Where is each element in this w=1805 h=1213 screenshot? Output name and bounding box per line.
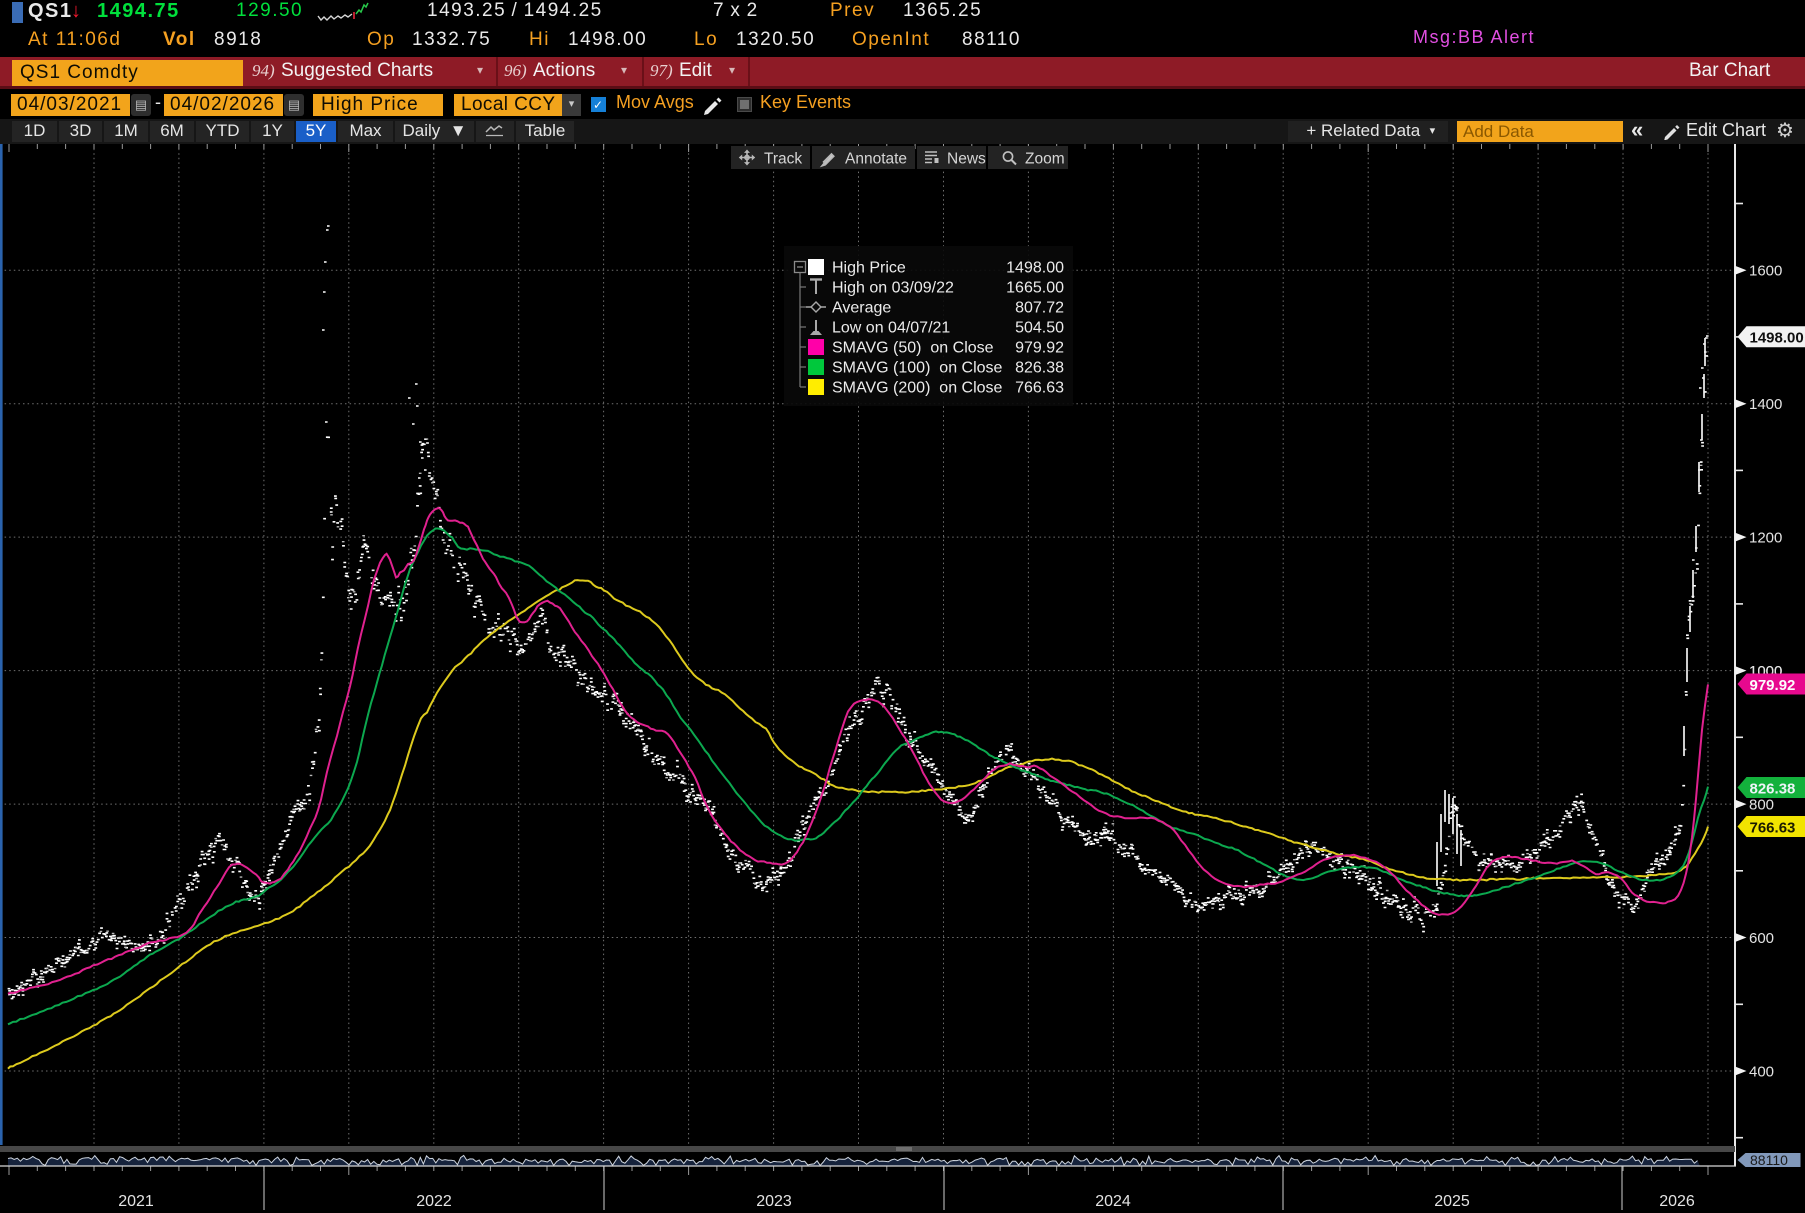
svg-text:979.92: 979.92 [1015,340,1064,357]
svg-text:SMAVG (100) on Close: SMAVG (100) on Close [832,360,1003,377]
svg-text:SMAVG (200) on Close: SMAVG (200) on Close [832,380,1003,397]
svg-text:979.92: 979.92 [1750,677,1796,694]
svg-text:504.50: 504.50 [1015,320,1064,337]
svg-text:Low on 04/07/21: Low on 04/07/21 [832,320,950,337]
svg-text:2025: 2025 [1434,1193,1470,1210]
svg-text:1400: 1400 [1749,396,1782,413]
svg-text:600: 600 [1749,930,1774,947]
svg-text:High Price: High Price [832,260,906,277]
svg-text:826.38: 826.38 [1015,360,1064,377]
svg-text:400: 400 [1749,1064,1774,1081]
svg-text:1498.00: 1498.00 [1750,330,1804,347]
svg-text:1600: 1600 [1749,263,1782,280]
svg-text:Track: Track [764,151,802,168]
svg-text:Annotate: Annotate [845,151,907,168]
svg-text:2022: 2022 [416,1193,452,1210]
svg-text:1665.00: 1665.00 [1006,280,1064,297]
svg-text:1200: 1200 [1749,530,1782,547]
svg-text:766.63: 766.63 [1750,819,1796,836]
svg-text:2024: 2024 [1095,1193,1131,1210]
svg-text:807.72: 807.72 [1015,300,1064,317]
svg-text:2023: 2023 [756,1193,792,1210]
svg-text:800: 800 [1749,797,1774,814]
svg-text:Zoom: Zoom [1025,151,1065,168]
svg-text:766.63: 766.63 [1015,380,1064,397]
svg-text:826.38: 826.38 [1750,780,1796,797]
svg-text:News: News [947,151,986,168]
svg-text:High on 03/09/22: High on 03/09/22 [832,280,954,297]
svg-text:1498.00: 1498.00 [1006,260,1064,277]
svg-text:Average: Average [832,300,891,317]
svg-text:88110: 88110 [1750,1152,1788,1168]
svg-text:2026: 2026 [1659,1193,1695,1210]
svg-text:2021: 2021 [118,1193,154,1210]
svg-text:SMAVG (50) on Close: SMAVG (50) on Close [832,340,994,357]
